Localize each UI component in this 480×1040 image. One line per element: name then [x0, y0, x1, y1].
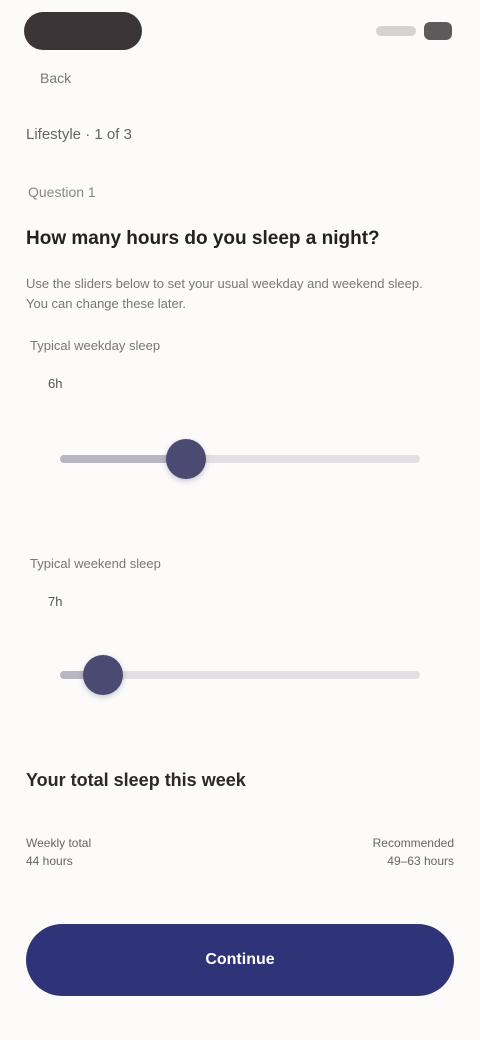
summary-left: Weekly total 44 hours	[26, 834, 91, 870]
status-bar	[0, 0, 480, 60]
step-label: Question 1	[28, 184, 96, 200]
question-title: How many hours do you sleep a night?	[26, 228, 380, 249]
weekly-total-value: 44 hours	[26, 854, 73, 868]
battery-icon	[424, 22, 452, 40]
weekly-total-label: Weekly total	[26, 836, 92, 850]
question-description: Use the sliders below to set your usual …	[26, 276, 423, 311]
summary-right: Recommended 49–63 hours	[373, 834, 454, 870]
weekend-slider-thumb[interactable]	[83, 655, 124, 695]
summary-row: Weekly total 44 hours Recommended 49–63 …	[26, 834, 454, 870]
weekend-sleep-value: 7h	[48, 594, 63, 609]
continue-button[interactable]: Continue	[26, 924, 454, 996]
weekday-sleep-label: Typical weekday sleep	[30, 338, 161, 353]
summary-title: Your total sleep this week	[26, 770, 246, 790]
back-link[interactable]: Back	[40, 70, 71, 86]
weekday-sleep-value: 6h	[48, 376, 63, 391]
weekday-slider-thumb[interactable]	[166, 439, 206, 479]
recommended-label: Recommended	[372, 836, 454, 850]
recommended-value: 49–63 hours	[387, 854, 454, 868]
section-label: Lifestyle · 1 of 3	[26, 126, 132, 143]
status-time-pill	[24, 12, 142, 50]
signal-icon	[376, 26, 416, 36]
weekend-sleep-label: Typical weekend sleep	[30, 556, 161, 571]
status-icons	[376, 22, 452, 40]
